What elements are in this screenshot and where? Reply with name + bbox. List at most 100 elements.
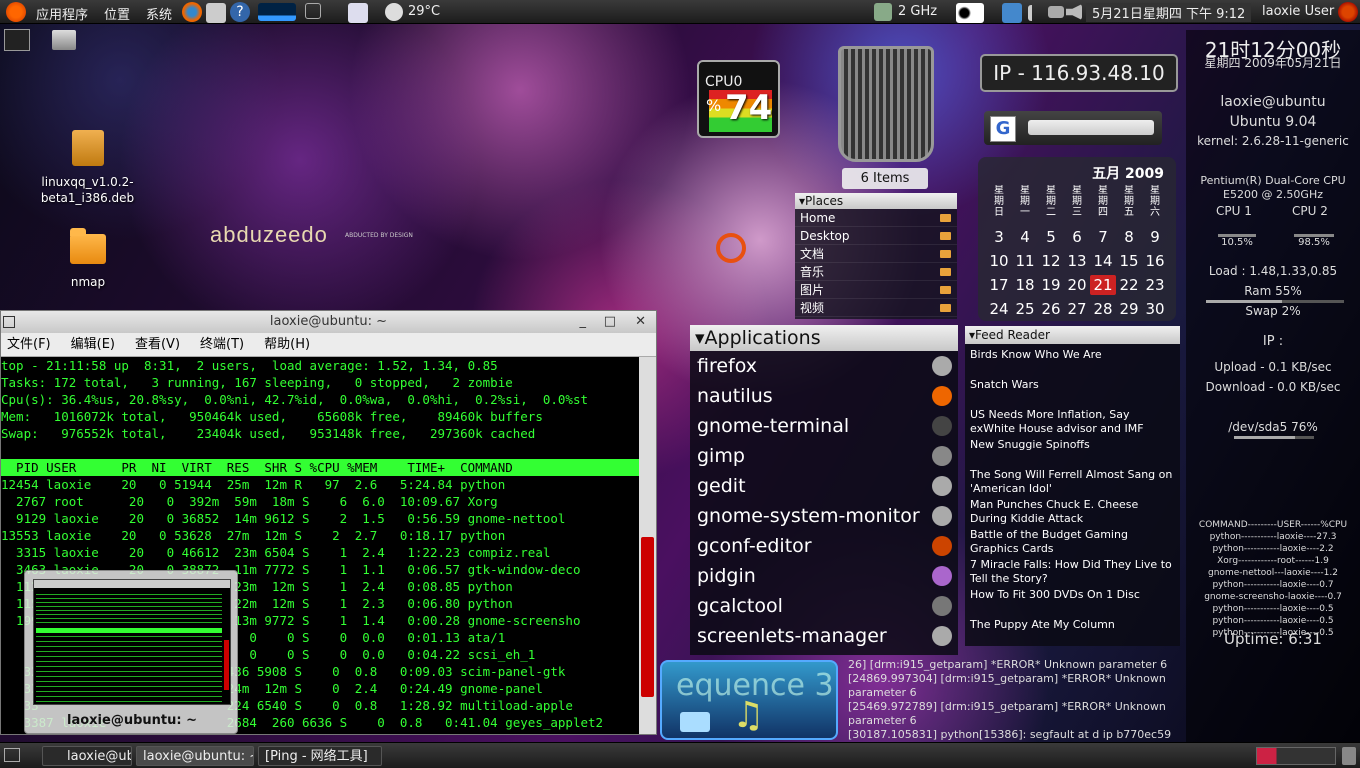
calendar-day[interactable]: 6 xyxy=(1064,227,1090,247)
calendar-day[interactable]: 19 xyxy=(1038,275,1064,295)
window-preview[interactable]: laoxie@ubuntu: ~ xyxy=(24,570,238,734)
terminal-menu-item[interactable]: 文件(F) xyxy=(7,337,51,352)
calendar-day[interactable]: 18 xyxy=(1012,275,1038,295)
app-item[interactable]: gnome-terminal xyxy=(690,411,958,441)
calendar-day[interactable]: 7 xyxy=(1090,227,1116,247)
menu-system[interactable]: 系统 xyxy=(146,4,172,23)
places-item[interactable]: 视频 xyxy=(795,299,957,317)
workspace-icon[interactable] xyxy=(305,3,321,19)
terminal-titlebar[interactable]: laoxie@ubuntu: ~ _ □ ✕ xyxy=(1,311,656,333)
trash-count[interactable]: 6 Items xyxy=(842,168,928,189)
scrollbar-thumb[interactable] xyxy=(641,537,654,697)
terminal-menu-item[interactable]: 帮助(H) xyxy=(264,337,310,352)
app-item[interactable]: gedit xyxy=(690,471,958,501)
sequence-widget[interactable]: equence 3 ♫ xyxy=(660,660,838,740)
calendar-day[interactable]: 23 xyxy=(1142,275,1168,295)
places-item[interactable]: 文档 xyxy=(795,245,957,263)
trash-icon[interactable] xyxy=(838,46,934,162)
places-item[interactable]: Desktop xyxy=(795,227,957,245)
drive-launcher-icon[interactable] xyxy=(52,30,76,50)
google-search-input[interactable] xyxy=(1028,120,1154,135)
feed-item[interactable]: The Puppy Ate My Column xyxy=(970,618,1175,632)
feed-item[interactable]: US Needs More Inflation, Say exWhite Hou… xyxy=(970,408,1175,436)
terminal-menu-item[interactable]: 编辑(E) xyxy=(71,337,115,352)
mail-icon[interactable] xyxy=(206,3,226,23)
network-manager-icon[interactable] xyxy=(1002,3,1022,23)
feed-item[interactable]: Battle of the Budget Gaming Graphics Car… xyxy=(970,528,1175,556)
clock-datetime[interactable]: 5月21日星期四 下午 9:12 xyxy=(1086,3,1252,22)
applications-title[interactable]: ▾Applications xyxy=(690,325,958,351)
feed-item[interactable]: The Song Will Ferrell Almost Sang on 'Am… xyxy=(970,468,1175,496)
calendar-day[interactable]: 17 xyxy=(986,275,1012,295)
close-button[interactable]: ✕ xyxy=(635,311,646,333)
calendar-day[interactable]: 30 xyxy=(1142,299,1168,319)
places-item[interactable]: 图片 xyxy=(795,281,957,299)
calendar-day[interactable]: 28 xyxy=(1090,299,1116,319)
trash-applet-icon[interactable] xyxy=(1342,747,1356,765)
help-icon[interactable]: ? xyxy=(230,2,250,22)
power-icon[interactable] xyxy=(1338,2,1358,22)
calendar-day[interactable]: 14 xyxy=(1090,251,1116,271)
system-monitor-graph-icon[interactable] xyxy=(258,3,296,21)
calendar-day[interactable]: 11 xyxy=(1012,251,1038,271)
places-title[interactable]: ▾Places xyxy=(795,193,957,209)
battery-icon[interactable] xyxy=(1048,6,1064,18)
calendar-day[interactable]: 13 xyxy=(1064,251,1090,271)
terminal-menu-item[interactable]: 终端(T) xyxy=(200,337,244,352)
feed-item[interactable]: Man Punches Chuck E. Cheese During Kiddi… xyxy=(970,498,1175,526)
terminal-menu-item[interactable]: 查看(V) xyxy=(135,337,180,352)
ubuntu-logo-icon[interactable] xyxy=(6,2,26,22)
calendar-day[interactable]: 15 xyxy=(1116,251,1142,271)
calendar-day[interactable]: 3 xyxy=(986,227,1012,247)
calendar-day[interactable]: 22 xyxy=(1116,275,1142,295)
menu-places[interactable]: 位置 xyxy=(104,4,130,23)
desktop-icon-linuxqq[interactable]: linuxqq_v1.0.2-beta1_i386.deb xyxy=(30,130,145,206)
feed-item[interactable]: How To Fit 300 DVDs On 1 Disc xyxy=(970,588,1175,602)
menu-applications[interactable]: 应用程序 xyxy=(36,4,88,23)
app-item[interactable]: gcalctool xyxy=(690,591,958,621)
volume-icon[interactable] xyxy=(1066,4,1082,20)
calendar-day[interactable]: 4 xyxy=(1012,227,1038,247)
desktop-icon-nmap[interactable]: nmap xyxy=(48,228,128,290)
calendar-today[interactable]: 21 xyxy=(1090,275,1116,295)
feed-item[interactable]: 7 Miracle Falls: How Did They Live to Te… xyxy=(970,558,1175,586)
feed-reader-title[interactable]: ▾Feed Reader xyxy=(965,326,1180,344)
calendar-day[interactable]: 25 xyxy=(1012,299,1038,319)
calendar-day[interactable]: 9 xyxy=(1142,227,1168,247)
places-item[interactable]: 音乐 xyxy=(795,263,957,281)
calendar-day[interactable]: 10 xyxy=(986,251,1012,271)
calendar-day[interactable]: 26 xyxy=(1038,299,1064,319)
cpu-freq-icon[interactable] xyxy=(874,3,892,21)
calendar-day[interactable]: 20 xyxy=(1064,275,1090,295)
app-item[interactable]: gimp xyxy=(690,441,958,471)
calendar-day[interactable]: 27 xyxy=(1064,299,1090,319)
places-item[interactable]: Home xyxy=(795,209,957,227)
app-item[interactable]: gnome-system-monitor xyxy=(690,501,958,531)
feed-item[interactable]: New Snuggie Spinoffs xyxy=(970,438,1175,452)
maximize-button[interactable]: □ xyxy=(604,311,616,333)
calendar-day[interactable]: 24 xyxy=(986,299,1012,319)
signal-icon[interactable] xyxy=(1028,5,1044,21)
taskbar-item-terminal-1[interactable]: laoxie@ub xyxy=(42,746,132,766)
feed-item[interactable]: Snatch Wars xyxy=(970,378,1175,392)
workspace-switcher[interactable] xyxy=(1256,747,1336,765)
app-item[interactable]: screenlets-manager xyxy=(690,621,958,651)
eyes-icon[interactable] xyxy=(956,3,984,23)
calendar-day[interactable]: 29 xyxy=(1116,299,1142,319)
calendar-day[interactable]: 16 xyxy=(1142,251,1168,271)
terminal-launcher-icon[interactable] xyxy=(4,29,30,51)
calendar-day[interactable]: 5 xyxy=(1038,227,1064,247)
app-item[interactable]: nautilus xyxy=(690,381,958,411)
app-item[interactable]: pidgin xyxy=(690,561,958,591)
show-desktop-button[interactable] xyxy=(4,748,20,762)
firefox-icon[interactable] xyxy=(182,2,202,22)
calendar-day[interactable]: 8 xyxy=(1116,227,1142,247)
calendar-day[interactable]: 12 xyxy=(1038,251,1064,271)
feed-item[interactable]: Birds Know Who We Are xyxy=(970,348,1175,362)
taskbar-item-terminal-2[interactable]: laoxie@ubuntu: ~ xyxy=(136,746,254,766)
taskbar-item-ping[interactable]: [Ping - 网络工具] xyxy=(258,746,382,766)
terminal-scrollbar[interactable] xyxy=(639,357,656,734)
app-item[interactable]: gconf-editor xyxy=(690,531,958,561)
user-switcher[interactable]: laoxie User xyxy=(1262,4,1334,19)
show-desktop-icon[interactable] xyxy=(348,3,368,23)
